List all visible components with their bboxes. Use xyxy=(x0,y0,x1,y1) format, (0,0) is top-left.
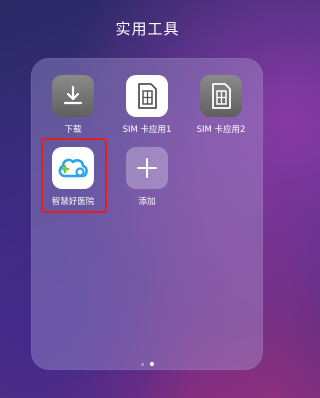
download-icon xyxy=(52,75,94,117)
sim-card-icon xyxy=(126,75,168,117)
app-add[interactable]: 添加 xyxy=(112,147,182,207)
app-label: SIM 卡应用1 xyxy=(122,125,172,135)
selection-highlight xyxy=(41,138,107,213)
app-label: 添加 xyxy=(138,197,156,207)
folder-title: 实用工具 xyxy=(115,20,180,38)
page-indicator xyxy=(0,362,295,366)
app-label: 下载 xyxy=(64,125,82,135)
app-download[interactable]: 下载 xyxy=(38,75,108,135)
page-dot-active[interactable] xyxy=(150,362,154,366)
app-sim-1[interactable]: SIM 卡应用1 xyxy=(112,75,182,135)
plus-icon xyxy=(126,147,168,189)
app-sim-2[interactable]: SIM 卡应用2 xyxy=(186,75,256,135)
sim-card-icon xyxy=(200,75,242,117)
app-label: SIM 卡应用2 xyxy=(196,125,246,135)
page-dot[interactable] xyxy=(141,363,144,366)
